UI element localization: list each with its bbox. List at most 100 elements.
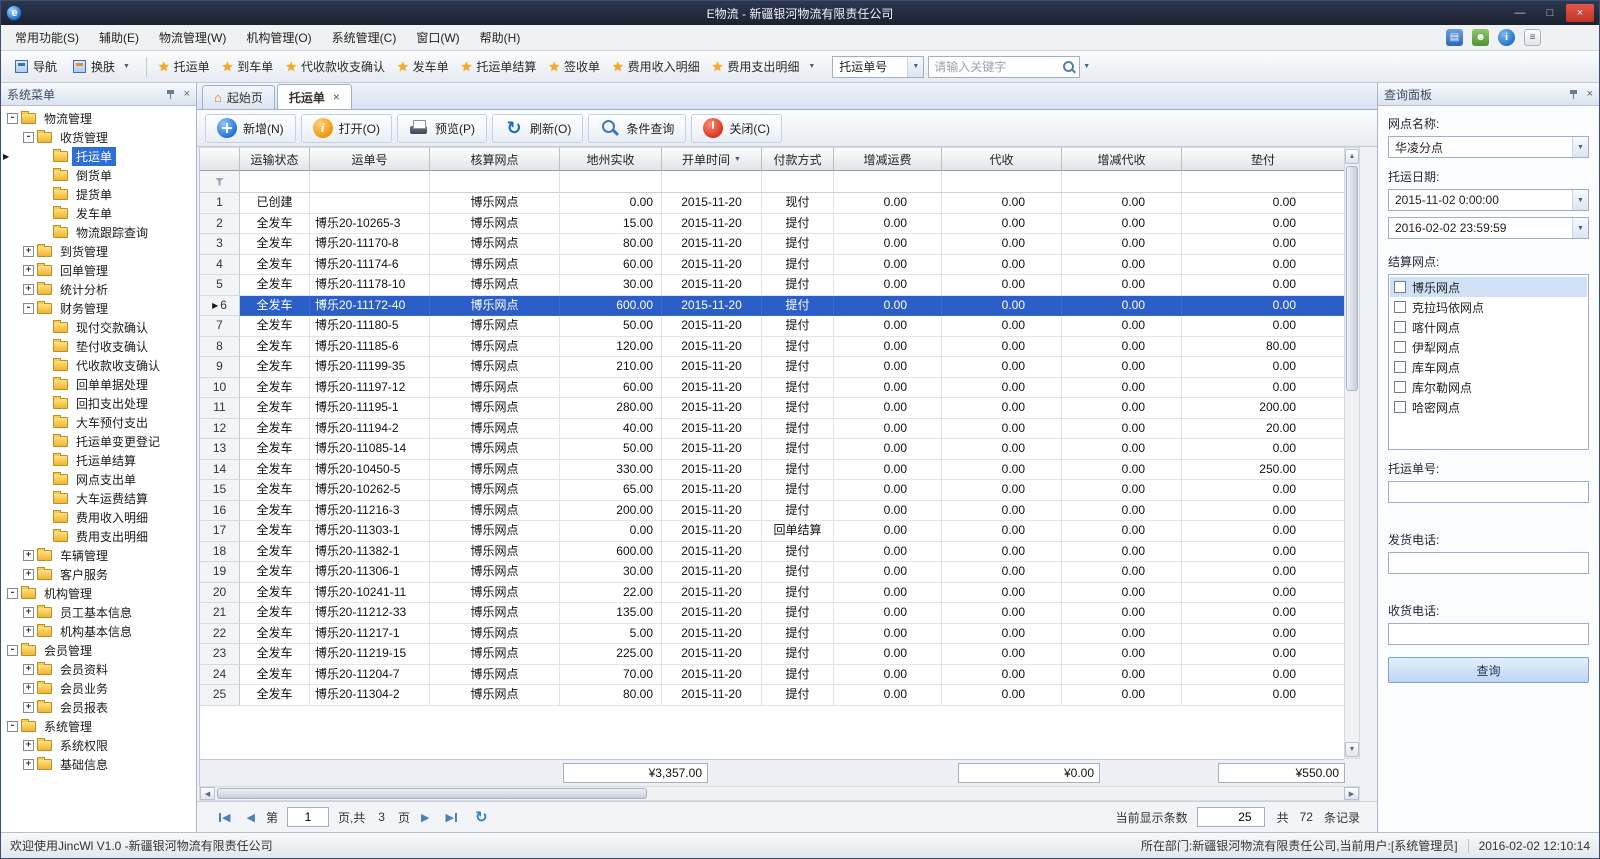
tree-item-2[interactable]: 托运单▶ — [1, 147, 196, 166]
grid-row-4[interactable]: 4全发车博乐20-11174-6博乐网点60.002015-11-20提付0.0… — [200, 255, 1344, 276]
waybill-input[interactable] — [1388, 481, 1589, 503]
expand-icon[interactable]: + — [23, 683, 34, 694]
tree-item-11[interactable]: 现付交款确认 — [1, 318, 196, 337]
settle-option-1[interactable]: 克拉玛依网点 — [1390, 297, 1587, 317]
log-icon[interactable]: ≡ — [1524, 29, 1541, 46]
filter-cell-0[interactable] — [240, 171, 310, 193]
tree-item-15[interactable]: 回扣支出处理 — [1, 394, 196, 413]
column-header-3[interactable]: 地州实收 — [560, 147, 662, 171]
sidebar-close-icon[interactable]: × — [184, 89, 190, 100]
tree-item-22[interactable]: 费用支出明细 — [1, 527, 196, 546]
column-header-4[interactable]: 开单时间▼ — [662, 147, 762, 171]
tree-item-24[interactable]: +客户服务 — [1, 565, 196, 584]
grid-row-5[interactable]: 5全发车博乐20-11178-10博乐网点30.002015-11-20提付0.… — [200, 275, 1344, 296]
first-page-button[interactable]: ◀ — [219, 811, 230, 824]
favorite-6[interactable]: ★费用收入明细 — [606, 55, 706, 78]
menu-item-5[interactable]: 窗口(W) — [406, 27, 469, 49]
grid-row-24[interactable]: 24全发车博乐20-11204-7博乐网点70.002015-11-20提付0.… — [200, 665, 1344, 686]
grid-row-12[interactable]: 12全发车博乐20-11194-2博乐网点40.002015-11-20提付0.… — [200, 419, 1344, 440]
grid-row-19[interactable]: 19全发车博乐20-11306-1博乐网点30.002015-11-20提付0.… — [200, 562, 1344, 583]
expand-icon[interactable]: + — [23, 664, 34, 675]
expand-icon[interactable]: + — [23, 246, 34, 257]
collapse-icon[interactable]: - — [7, 113, 18, 124]
tab-close-icon[interactable]: × — [333, 90, 340, 104]
tree-item-28[interactable]: -会员管理 — [1, 641, 196, 660]
checkbox-icon[interactable] — [1394, 381, 1406, 393]
receiver-phone-input[interactable] — [1388, 623, 1589, 645]
next-page-button[interactable]: ▶ — [421, 811, 429, 824]
tree-item-18[interactable]: 托运单结算 — [1, 451, 196, 470]
checkbox-icon[interactable] — [1394, 401, 1406, 413]
tree-item-9[interactable]: +统计分析 — [1, 280, 196, 299]
settle-option-5[interactable]: 库尔勒网点 — [1390, 377, 1587, 397]
menu-item-6[interactable]: 帮助(H) — [470, 27, 531, 49]
tree-item-14[interactable]: 回单单据处理 — [1, 375, 196, 394]
expand-icon[interactable]: + — [23, 569, 34, 580]
tree-item-32[interactable]: -系统管理 — [1, 717, 196, 736]
expand-icon[interactable]: + — [23, 740, 34, 751]
column-header-6[interactable]: 增减运费 — [834, 147, 942, 171]
tree-item-12[interactable]: 垫付收支确认 — [1, 337, 196, 356]
grid-row-9[interactable]: 9全发车博乐20-11199-35博乐网点210.002015-11-20提付0… — [200, 357, 1344, 378]
expand-icon[interactable]: + — [23, 265, 34, 276]
skin-button[interactable]: 换肤 ▼ — [65, 55, 141, 78]
filter-cell-3[interactable] — [560, 171, 662, 193]
grid-row-15[interactable]: 15全发车博乐20-10262-5博乐网点65.002015-11-20提付0.… — [200, 480, 1344, 501]
favorite-4[interactable]: ★托运单结算 — [455, 55, 543, 78]
query-button[interactable]: 查询 — [1388, 657, 1589, 683]
grid-row-11[interactable]: 11全发车博乐20-11195-1博乐网点280.002015-11-20提付0… — [200, 398, 1344, 419]
favorite-7[interactable]: ★费用支出明细 — [706, 55, 806, 78]
favorite-3[interactable]: ★发车单 — [391, 55, 455, 78]
tree-item-21[interactable]: 费用收入明细 — [1, 508, 196, 527]
grid-row-10[interactable]: 10全发车博乐20-11197-12博乐网点60.002015-11-20提付0… — [200, 378, 1344, 399]
expand-icon[interactable]: + — [23, 550, 34, 561]
netpoint-select[interactable]: 华凌分点 ▼ — [1388, 136, 1589, 158]
tree-item-4[interactable]: 提货单 — [1, 185, 196, 204]
expand-icon[interactable]: + — [23, 607, 34, 618]
system-window-icon[interactable]: ▤ — [1446, 29, 1463, 46]
checkbox-icon[interactable] — [1394, 321, 1406, 333]
grid-row-6[interactable]: ▶6全发车博乐20-11172-40博乐网点600.002015-11-20提付… — [200, 296, 1344, 317]
search-input[interactable] — [929, 58, 1062, 76]
chevron-down-icon[interactable]: ▼ — [907, 57, 923, 77]
grid-row-2[interactable]: 2全发车博乐20-10265-3博乐网点15.002015-11-20提付0.0… — [200, 214, 1344, 235]
filter-cell-1[interactable] — [310, 171, 430, 193]
grid-row-7[interactable]: 7全发车博乐20-11180-5博乐网点50.002015-11-20提付0.0… — [200, 316, 1344, 337]
search-field-selector[interactable]: 托运单号 ▼ — [832, 56, 924, 78]
grid-row-18[interactable]: 18全发车博乐20-11382-1博乐网点600.002015-11-20提付0… — [200, 542, 1344, 563]
expand-icon[interactable]: + — [23, 759, 34, 770]
tree-item-0[interactable]: -物流管理 — [1, 109, 196, 128]
filter-cell-2[interactable] — [430, 171, 560, 193]
date-from-select[interactable]: 2015-11-02 0:00:00 ▼ — [1388, 189, 1589, 211]
checkbox-icon[interactable] — [1394, 281, 1406, 293]
column-header-9[interactable]: 垫付 — [1182, 147, 1345, 171]
tree-item-6[interactable]: 物流跟踪查询 — [1, 223, 196, 242]
tab-0[interactable]: ⌂起始页 — [202, 85, 275, 109]
settle-option-2[interactable]: 喀什网点 — [1390, 317, 1587, 337]
tree-item-7[interactable]: +到货管理 — [1, 242, 196, 261]
collapse-icon[interactable]: - — [7, 588, 18, 599]
settle-option-3[interactable]: 伊犁网点 — [1390, 337, 1587, 357]
collapse-icon[interactable]: - — [23, 132, 34, 143]
column-header-2[interactable]: 核算网点 — [430, 147, 560, 171]
tree-item-13[interactable]: 代收款收支确认 — [1, 356, 196, 375]
settle-option-4[interactable]: 库车网点 — [1390, 357, 1587, 377]
menu-item-1[interactable]: 辅助(E) — [89, 27, 149, 49]
tree-item-29[interactable]: +会员资料 — [1, 660, 196, 679]
vertical-scroll-thumb[interactable] — [1346, 166, 1358, 391]
search-options-icon[interactable]: ▼ — [1080, 63, 1093, 70]
column-header-1[interactable]: 运单号 — [310, 147, 430, 171]
favorite-0[interactable]: ★托运单 — [152, 55, 216, 78]
column-header-8[interactable]: 增减代收 — [1062, 147, 1182, 171]
grid-row-8[interactable]: 8全发车博乐20-11185-6博乐网点120.002015-11-20提付0.… — [200, 337, 1344, 358]
favorites-overflow-icon[interactable]: ▼ — [805, 63, 818, 70]
tree-item-27[interactable]: +机构基本信息 — [1, 622, 196, 641]
grid-row-22[interactable]: 22全发车博乐20-11217-1博乐网点5.002015-11-20提付0.0… — [200, 624, 1344, 645]
grid-row-14[interactable]: 14全发车博乐20-10450-5博乐网点330.002015-11-20提付0… — [200, 460, 1344, 481]
scroll-left-icon[interactable]: ◀ — [200, 787, 215, 800]
page-size-input[interactable] — [1197, 807, 1265, 827]
tree-item-33[interactable]: +系统权限 — [1, 736, 196, 755]
grid-row-13[interactable]: 13全发车博乐20-11085-14博乐网点50.002015-11-20提付0… — [200, 439, 1344, 460]
action-preview-button[interactable]: 预览(P) — [397, 114, 487, 143]
action-open-button[interactable]: i打开(O) — [301, 114, 392, 143]
